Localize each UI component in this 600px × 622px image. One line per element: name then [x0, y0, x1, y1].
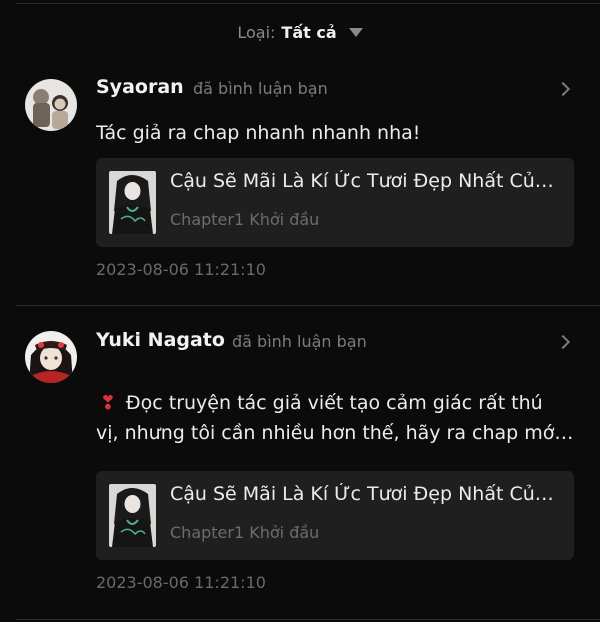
user-name[interactable]: Syaoran [96, 76, 184, 98]
story-chapter: Chapter1 Khởi đầu [170, 210, 320, 229]
comment-line: vị, nhưng tôi cần nhiều hơn thế, hãy ra … [96, 422, 576, 444]
filter-label: Loại: [237, 22, 276, 42]
user-name[interactable]: Yuki Nagato [96, 329, 225, 351]
action-text: đã bình luận bạn [193, 79, 328, 98]
action-text: đã bình luận bạn [232, 332, 367, 351]
heart-icon: ❣ [100, 392, 116, 414]
comment-line: Đọc truyện tác giả viết tạo cảm giác rất… [125, 392, 543, 414]
timestamp: 2023-08-06 11:21:10 [96, 260, 266, 279]
story-cover [109, 484, 156, 547]
chevron-right-icon[interactable] [555, 334, 571, 350]
caret-down-icon[interactable] [348, 28, 363, 37]
story-chapter: Chapter1 Khởi đầu [170, 523, 320, 542]
top-divider [16, 3, 600, 4]
story-title: Cậu Sẽ Mãi Là Kí Ức Tươi Đẹp Nhất Của Tớ [170, 483, 562, 505]
avatar[interactable] [25, 331, 77, 383]
chevron-right-icon[interactable] [555, 81, 571, 97]
comment-text: ❣ Đọc truyện tác giả viết tạo cảm giác rấ… [96, 388, 576, 448]
story-cover [109, 171, 156, 234]
item-divider [16, 619, 600, 620]
item-divider [16, 305, 600, 306]
story-title: Cậu Sẽ Mãi Là Kí Ức Tươi Đẹp Nhất Của Tớ [170, 170, 562, 192]
story-card[interactable]: Cậu Sẽ Mãi Là Kí Ức Tươi Đẹp Nhất Của Tớ… [96, 471, 574, 560]
avatar[interactable] [25, 79, 77, 131]
comment-text: Tác giả ra chap nhanh nhanh nha! [96, 118, 576, 148]
timestamp: 2023-08-06 11:21:10 [96, 573, 266, 592]
story-card[interactable]: Cậu Sẽ Mãi Là Kí Ức Tươi Đẹp Nhất Của Tớ… [96, 158, 574, 247]
filter-value[interactable]: Tất cả [281, 23, 336, 42]
comment-line: Tác giả ra chap nhanh nhanh nha! [96, 122, 421, 144]
filter-dropdown[interactable]: Loại: Tất cả [0, 20, 600, 44]
